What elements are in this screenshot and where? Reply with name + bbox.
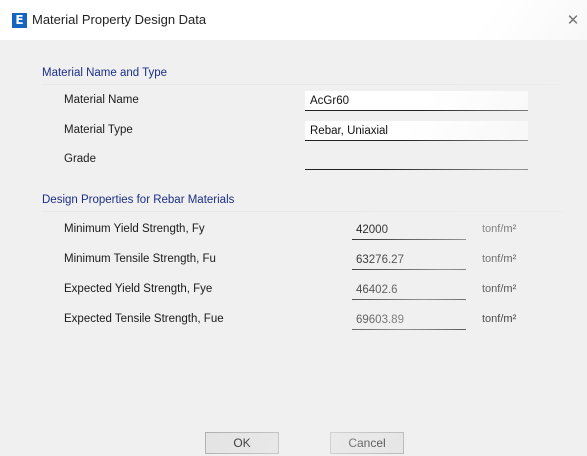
grade-field[interactable]: [305, 150, 528, 170]
cancel-button[interactable]: Cancel: [330, 432, 404, 454]
fu-field[interactable]: 63276.27: [352, 250, 466, 270]
fu-unit: tonf/m²: [482, 253, 517, 265]
design-section-header: Design Properties for Rebar Materials: [42, 194, 562, 212]
fy-unit: tonf/m²: [482, 223, 517, 235]
design-section-title: Design Properties for Rebar Materials: [42, 194, 235, 206]
fue-label: Expected Tensile Strength, Fue: [64, 313, 224, 325]
material-type-field[interactable]: Rebar, Uniaxial: [305, 121, 528, 141]
etabs-app-icon: E: [12, 13, 27, 28]
fue-field[interactable]: 69603.89: [352, 310, 466, 330]
fye-field[interactable]: 46402.6: [352, 280, 466, 300]
dialog-body: Material Name and Type Material Name AcG…: [0, 40, 587, 456]
close-icon[interactable]: ✕: [563, 10, 583, 30]
material-name-field[interactable]: AcGr60: [305, 91, 528, 111]
fu-label: Minimum Tensile Strength, Fu: [64, 253, 216, 265]
fy-field[interactable]: 42000: [352, 220, 466, 240]
material-name-label: Material Name: [64, 94, 139, 106]
fye-unit: tonf/m²: [482, 283, 517, 295]
grade-label: Grade: [64, 153, 96, 165]
fye-label: Expected Yield Strength, Fye: [64, 283, 213, 295]
window-title: Material Property Design Data: [32, 12, 207, 27]
section-divider: [42, 84, 562, 85]
section-divider: [42, 211, 562, 212]
ok-button[interactable]: OK: [205, 432, 279, 454]
material-section-header: Material Name and Type: [42, 67, 562, 85]
material-type-label: Material Type: [64, 124, 133, 136]
material-section-title: Material Name and Type: [42, 67, 168, 79]
title-bar: E Material Property Design Data ✕: [0, 0, 587, 40]
fue-unit: tonf/m²: [482, 313, 517, 325]
fy-label: Minimum Yield Strength, Fy: [64, 223, 205, 235]
